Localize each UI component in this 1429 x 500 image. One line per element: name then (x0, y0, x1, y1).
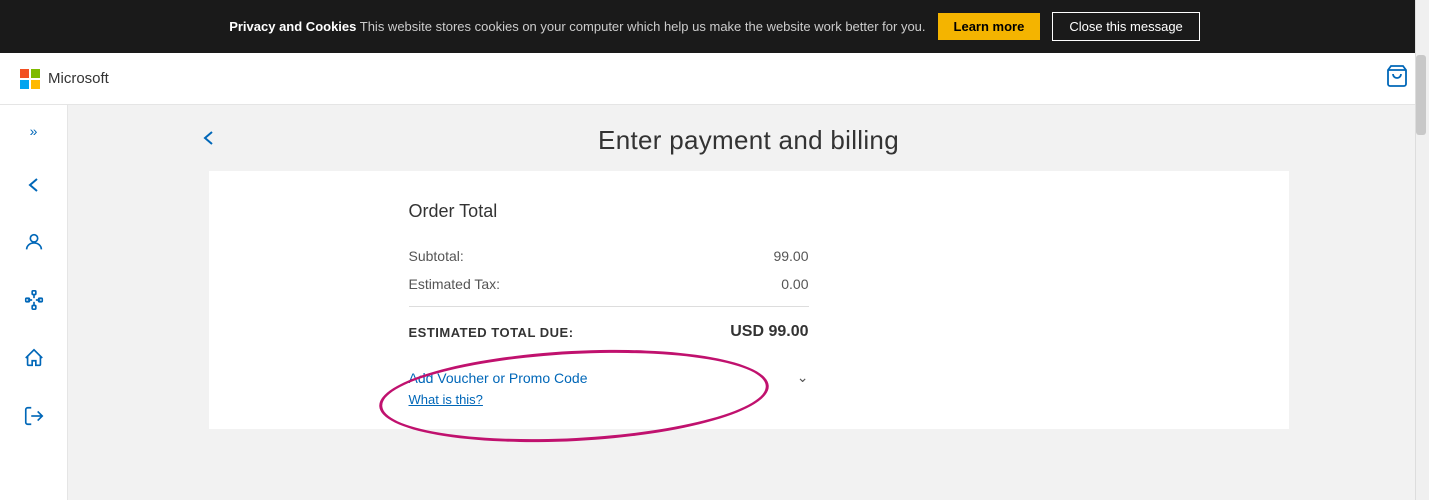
estimated-total-value: USD 99.00 (730, 323, 808, 341)
logo-text: Microsoft (48, 70, 109, 87)
content-area: Enter payment and billing Order Total Su… (68, 105, 1429, 500)
microsoft-logo: Microsoft (20, 69, 109, 89)
order-card: Order Total Subtotal: 99.00 Estimated Ta… (209, 171, 1289, 429)
close-message-button[interactable]: Close this message (1052, 12, 1199, 41)
estimated-total-label: ESTIMATED TOTAL DUE: (409, 325, 574, 340)
scrollbar-thumb[interactable] (1416, 55, 1426, 135)
cookie-banner: Privacy and Cookies This website stores … (0, 0, 1429, 53)
cart-icon[interactable] (1385, 64, 1409, 94)
page-title: Enter payment and billing (199, 125, 1299, 156)
cookie-text: Privacy and Cookies This website stores … (229, 19, 925, 34)
subtotal-value: 99.00 (773, 248, 808, 264)
cookie-bold: Privacy and Cookies (229, 19, 356, 34)
tax-value: 0.00 (781, 276, 808, 292)
voucher-section: Add Voucher or Promo Code ⌄ What is this… (409, 369, 809, 409)
sidebar-network-icon[interactable] (15, 281, 53, 319)
order-divider (409, 306, 809, 307)
sidebar-exit-icon[interactable] (15, 397, 53, 435)
scrollbar-track[interactable] (1415, 0, 1429, 500)
tax-line: Estimated Tax: 0.00 (409, 270, 809, 298)
learn-more-button[interactable]: Learn more (938, 13, 1041, 40)
what-is-this-link[interactable]: What is this? (409, 392, 483, 407)
top-nav: Microsoft (0, 53, 1429, 105)
back-arrow-button[interactable] (199, 128, 219, 154)
sidebar-expand-button[interactable]: » (22, 115, 46, 147)
sidebar-person-icon[interactable] (15, 223, 53, 261)
estimated-total-line: ESTIMATED TOTAL DUE: USD 99.00 (409, 315, 809, 349)
voucher-chevron-icon[interactable]: ⌄ (797, 369, 809, 386)
sidebar-back-icon[interactable] (16, 167, 52, 203)
main-layout: » (0, 105, 1429, 500)
cookie-message: This website stores cookies on your comp… (360, 19, 926, 34)
sidebar-home-icon[interactable] (15, 339, 53, 377)
voucher-row: Add Voucher or Promo Code ⌄ (409, 369, 809, 386)
page-header: Enter payment and billing (199, 105, 1299, 166)
subtotal-line: Subtotal: 99.00 (409, 242, 809, 270)
order-total-heading: Order Total (409, 201, 1089, 222)
tax-label: Estimated Tax: (409, 276, 501, 292)
voucher-link[interactable]: Add Voucher or Promo Code (409, 370, 588, 386)
logo-grid (20, 69, 40, 89)
subtotal-label: Subtotal: (409, 248, 464, 264)
sidebar: » (0, 105, 68, 500)
